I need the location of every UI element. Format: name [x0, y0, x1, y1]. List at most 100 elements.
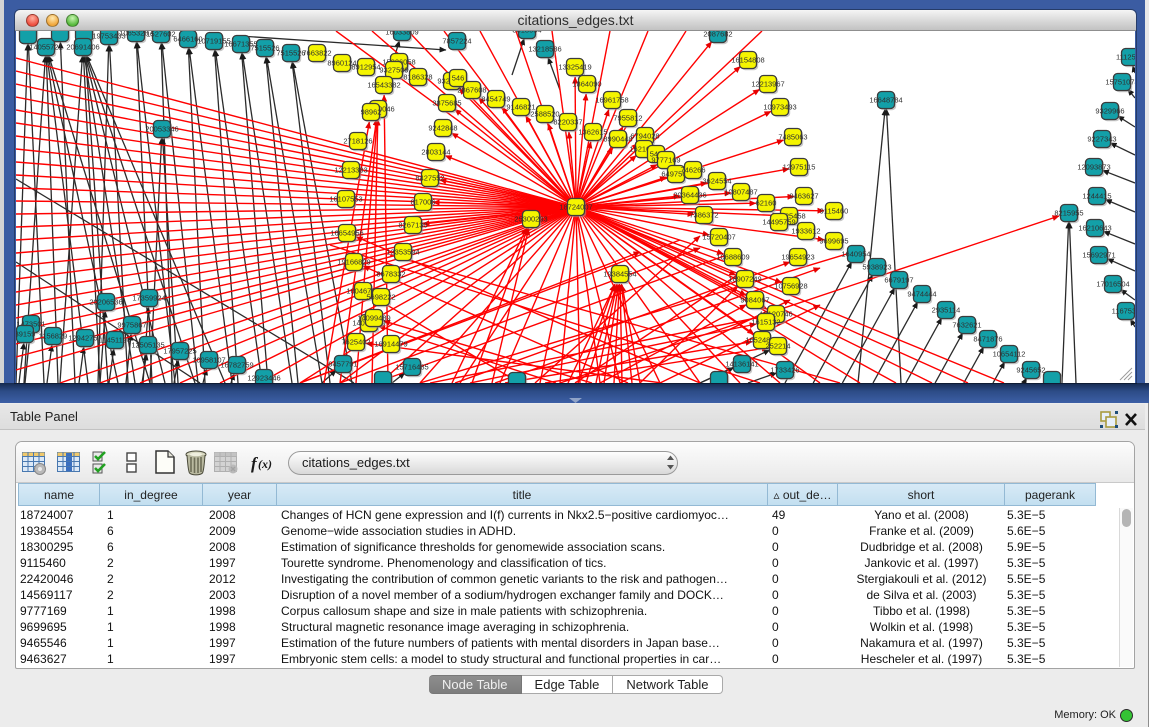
svg-text:7515526: 7515526 [250, 44, 279, 53]
svg-text:252214: 252214 [765, 342, 790, 351]
svg-text:1933612: 1933612 [791, 227, 820, 236]
svg-text:10756928: 10756928 [774, 282, 807, 291]
svg-text:7955812: 7955812 [613, 114, 642, 123]
svg-text:5938923: 5938923 [862, 263, 891, 272]
svg-text:15692971: 15692971 [1082, 251, 1115, 260]
svg-text:10807487: 10807487 [724, 188, 757, 197]
svg-text:13218586: 13218586 [528, 45, 561, 54]
svg-text:16543382: 16543382 [367, 81, 400, 90]
svg-text:9463627: 9463627 [789, 192, 818, 201]
svg-text:8267130: 8267130 [398, 221, 427, 230]
svg-text:16210643: 16210643 [1078, 224, 1111, 233]
svg-text:14099489: 14099489 [357, 314, 390, 323]
svg-text:20691406: 20691406 [66, 43, 99, 52]
svg-text:20364436: 20364436 [673, 191, 706, 200]
svg-text:11451194: 11451194 [99, 336, 131, 345]
svg-text:15751074: 15751074 [1105, 78, 1135, 87]
svg-text:2867608: 2867608 [457, 86, 486, 95]
svg-text:12213383: 12213383 [334, 166, 367, 175]
svg-text:20053346: 20053346 [145, 125, 178, 134]
svg-text:19384554: 19384554 [603, 270, 636, 279]
svg-text:9975867: 9975867 [117, 321, 146, 330]
svg-text:62160: 62160 [756, 199, 777, 208]
svg-text:19654923: 19654923 [781, 253, 814, 262]
svg-text:7857224: 7857224 [442, 37, 471, 46]
svg-text:8215955: 8215955 [1054, 209, 1083, 218]
svg-text:9699695: 9699695 [819, 237, 848, 246]
svg-text:546: 546 [452, 74, 465, 83]
svg-text:16961758: 16961758 [595, 96, 628, 105]
svg-text:9227343: 9227343 [1087, 135, 1116, 144]
svg-text:9777169: 9777169 [651, 156, 680, 165]
svg-text:16154808: 16154808 [731, 56, 764, 65]
svg-text:10688609: 10688609 [716, 253, 749, 262]
svg-text:9245652: 9245652 [1016, 366, 1045, 375]
svg-text:1156829: 1156829 [39, 332, 68, 341]
svg-text:6679197: 6679197 [884, 276, 913, 285]
svg-text:817006: 817006 [410, 198, 435, 207]
svg-text:8186328: 8186328 [403, 73, 432, 82]
svg-text:12213967: 12213967 [751, 80, 784, 89]
svg-text:8220337: 8220337 [553, 118, 582, 127]
svg-text:8912954: 8912954 [351, 63, 380, 72]
svg-text:8427552: 8427552 [415, 174, 444, 183]
svg-text:19166829: 19166829 [337, 258, 370, 267]
svg-text:(x): (x) [258, 457, 272, 471]
svg-text:7632621: 7632621 [952, 321, 981, 330]
svg-text:5698222: 5698222 [366, 293, 395, 302]
svg-text:9329966: 9329966 [1095, 107, 1124, 116]
svg-text:10973493: 10973493 [763, 103, 796, 112]
svg-text:15720407: 15720407 [702, 233, 735, 242]
svg-text:20206536: 20206536 [89, 298, 122, 307]
svg-text:2803144: 2803144 [421, 148, 450, 157]
svg-text:16654956: 16654956 [330, 229, 363, 238]
svg-text:9084067: 9084067 [740, 296, 769, 305]
svg-text:9474444: 9474444 [907, 290, 936, 299]
svg-text:1615132: 1615132 [751, 318, 780, 327]
svg-text:15716485: 15716485 [395, 363, 428, 372]
svg-text:12942757: 12942757 [68, 334, 101, 343]
svg-text:39159: 39159 [16, 330, 35, 339]
svg-text:6794028: 6794028 [630, 132, 659, 141]
svg-text:12923446: 12923446 [247, 374, 280, 383]
svg-text:98962: 98962 [361, 108, 382, 117]
svg-text:7386372: 7386372 [689, 211, 718, 220]
svg-text:16107553: 16107553 [329, 195, 362, 204]
svg-text:2718126: 2718126 [343, 137, 372, 146]
svg-text:18907249: 18907249 [728, 275, 761, 284]
svg-text:1733426: 1733426 [770, 366, 799, 375]
svg-text:25300293: 25300293 [514, 215, 547, 224]
svg-text:746266: 746266 [680, 166, 705, 175]
svg-text:12353594: 12353594 [386, 248, 419, 257]
svg-text:citations_edges.txt: citations_edges.txt [302, 455, 410, 470]
svg-text:1640954: 1640954 [841, 250, 870, 259]
svg-text:3624554: 3624554 [702, 177, 731, 186]
svg-text:12975115: 12975115 [783, 163, 816, 172]
svg-text:13325419: 13325419 [558, 63, 591, 72]
svg-text:12505135: 12505135 [131, 341, 164, 350]
svg-text:1527602: 1527602 [146, 31, 175, 39]
svg-text:9242848: 9242848 [428, 124, 457, 133]
svg-text:1864090: 1864090 [572, 80, 601, 89]
svg-text:7485063: 7485063 [778, 133, 807, 142]
svg-text:16782759: 16782759 [220, 361, 253, 370]
svg-text:17359924: 17359924 [132, 294, 165, 303]
svg-text:14136141: 14136141 [725, 360, 758, 369]
svg-text:8990448: 8990448 [603, 135, 632, 144]
svg-text:9115460: 9115460 [820, 207, 849, 216]
svg-text:9457791: 9457791 [328, 360, 357, 369]
svg-text:16648784: 16648784 [869, 96, 902, 105]
svg-text:8678332: 8678332 [376, 270, 405, 279]
svg-text:3875685: 3875685 [432, 99, 461, 108]
svg-text:7625402: 7625402 [341, 338, 370, 347]
svg-text:14055721: 14055721 [29, 43, 62, 52]
svg-text:16914479: 16914479 [374, 340, 407, 349]
svg-text:17957225: 17957225 [163, 347, 196, 356]
svg-text:10654112: 10654112 [993, 350, 1026, 359]
svg-text:16033809: 16033809 [385, 31, 418, 37]
svg-text:12093873: 12093873 [1077, 163, 1110, 172]
svg-text:2087682: 2087682 [703, 31, 732, 39]
svg-text:8813054: 8813054 [512, 31, 541, 35]
svg-text:1112543: 1112543 [1116, 53, 1135, 62]
svg-text:7663822: 7663822 [302, 49, 331, 58]
